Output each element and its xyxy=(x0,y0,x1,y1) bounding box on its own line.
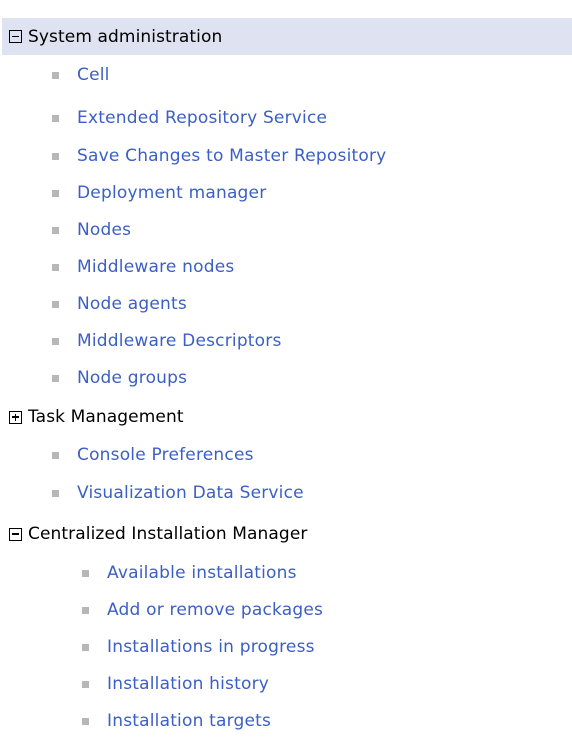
nav-item-console-preferences[interactable]: Console Preferences xyxy=(52,442,254,468)
square-bullet-icon xyxy=(52,451,59,459)
nav-item-available-installations[interactable]: Available installations xyxy=(82,560,297,586)
square-bullet-icon xyxy=(52,489,59,497)
nav-link-cell[interactable]: Cell xyxy=(77,65,110,85)
square-bullet-icon xyxy=(52,300,59,308)
square-bullet-icon xyxy=(52,152,59,160)
square-bullet-icon xyxy=(52,337,59,345)
group-centralized-installation-manager[interactable]: Centralized Installation Manager xyxy=(9,521,307,547)
nav-item-node-agents[interactable]: Node agents xyxy=(52,291,187,317)
nav-link-add-or-remove-packages[interactable]: Add or remove packages xyxy=(107,600,323,620)
square-bullet-icon xyxy=(82,606,89,614)
square-bullet-icon xyxy=(52,374,59,382)
nav-link-console-preferences[interactable]: Console Preferences xyxy=(77,445,254,465)
nav-link-installations-in-progress[interactable]: Installations in progress xyxy=(107,637,315,657)
section-title: System administration xyxy=(28,26,223,47)
nav-item-extended-repository-service[interactable]: Extended Repository Service xyxy=(52,105,327,131)
nav-item-visualization-data-service[interactable]: Visualization Data Service xyxy=(52,480,304,506)
nav-link-save-changes[interactable]: Save Changes to Master Repository xyxy=(77,146,386,166)
square-bullet-icon xyxy=(82,643,89,651)
nav-link-node-groups[interactable]: Node groups xyxy=(77,368,187,388)
nav-link-middleware-descriptors[interactable]: Middleware Descriptors xyxy=(77,331,282,351)
nav-item-save-changes[interactable]: Save Changes to Master Repository xyxy=(52,143,386,169)
nav-link-installation-targets[interactable]: Installation targets xyxy=(107,711,271,731)
nav-item-nodes[interactable]: Nodes xyxy=(52,217,131,243)
nav-link-middleware-nodes[interactable]: Middleware nodes xyxy=(77,257,234,277)
square-bullet-icon xyxy=(52,71,59,79)
nav-link-available-installations[interactable]: Available installations xyxy=(107,563,297,583)
nav-item-installation-targets[interactable]: Installation targets xyxy=(82,708,271,734)
nav-link-node-agents[interactable]: Node agents xyxy=(77,294,187,314)
nav-item-installations-in-progress[interactable]: Installations in progress xyxy=(82,634,315,660)
minus-box-icon[interactable] xyxy=(9,527,22,541)
square-bullet-icon xyxy=(82,680,89,688)
group-label-task-management: Task Management xyxy=(28,407,184,427)
nav-item-node-groups[interactable]: Node groups xyxy=(52,365,187,391)
navigation-tree: System administration Cell Extended Repo… xyxy=(0,0,572,746)
square-bullet-icon xyxy=(52,226,59,234)
plus-box-icon[interactable] xyxy=(9,410,22,424)
nav-link-visualization-data-service[interactable]: Visualization Data Service xyxy=(77,483,304,503)
nav-link-deployment-manager[interactable]: Deployment manager xyxy=(77,183,266,203)
nav-item-deployment-manager[interactable]: Deployment manager xyxy=(52,180,266,206)
nav-item-add-or-remove-packages[interactable]: Add or remove packages xyxy=(82,597,323,623)
collapse-toggle-icon[interactable] xyxy=(9,30,22,43)
square-bullet-icon xyxy=(82,569,89,577)
square-bullet-icon xyxy=(82,717,89,725)
nav-link-installation-history[interactable]: Installation history xyxy=(107,674,269,694)
nav-item-cell[interactable]: Cell xyxy=(52,62,110,88)
section-header-system-administration[interactable]: System administration xyxy=(2,18,572,55)
nav-item-installation-history[interactable]: Installation history xyxy=(82,671,269,697)
group-label-cim: Centralized Installation Manager xyxy=(28,524,308,544)
square-bullet-icon xyxy=(52,263,59,271)
nav-link-nodes[interactable]: Nodes xyxy=(77,220,131,240)
nav-link-extended-repository-service[interactable]: Extended Repository Service xyxy=(77,108,327,128)
nav-item-middleware-nodes[interactable]: Middleware nodes xyxy=(52,254,234,280)
nav-item-middleware-descriptors[interactable]: Middleware Descriptors xyxy=(52,328,282,354)
square-bullet-icon xyxy=(52,114,59,122)
square-bullet-icon xyxy=(52,189,59,197)
group-task-management[interactable]: Task Management xyxy=(9,404,184,430)
